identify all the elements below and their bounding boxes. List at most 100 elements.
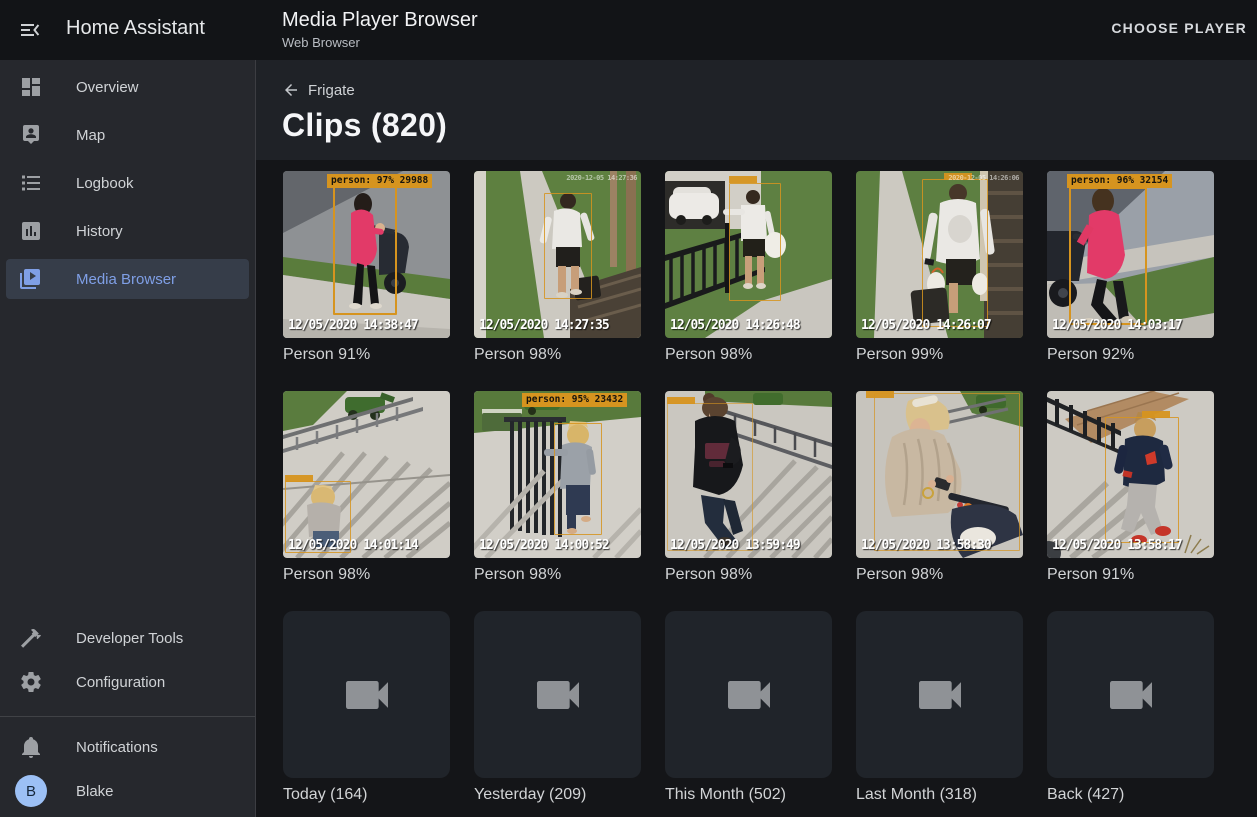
clip-timestamp-overlay: 12/05/2020 14:27:35 <box>479 318 609 333</box>
sidebar-item-developer-tools[interactable]: Developer Tools <box>6 618 249 658</box>
clip-tile[interactable]: 2020-12-05 14:27:36 12/05/2020 14:27:35 … <box>474 171 641 364</box>
folder-label: Back (427) <box>1047 786 1214 804</box>
breadcrumb[interactable]: Frigate <box>282 81 355 99</box>
clip-caption: Person 98% <box>856 566 1023 584</box>
clip-caption: Person 99% <box>856 346 1023 364</box>
clip-tile[interactable]: 12/05/2020 13:58:17 Person 91% <box>1047 391 1214 584</box>
clip-thumbnail[interactable]: 12/05/2020 13:59:49 <box>665 391 832 558</box>
clip-thumbnail[interactable]: 2020-12-05 14:26:06 12/05/2020 14:26:07 <box>856 171 1023 338</box>
view-dashboard-icon <box>19 75 43 99</box>
clip-thumbnail[interactable]: person: 97% 29988 12/05/2020 14:38:47 <box>283 171 450 338</box>
clip-thumbnail[interactable]: 2020-12-05 14:27:36 12/05/2020 14:27:35 <box>474 171 641 338</box>
detection-label: person: 95% 23432 <box>522 393 627 407</box>
clip-tile[interactable]: 12/05/2020 13:59:49 Person 98% <box>665 391 832 584</box>
clip-caption: Person 98% <box>283 566 450 584</box>
folder-row: Today (164) Yesterday (209) This Month (… <box>283 611 1257 804</box>
clip-thumbnail[interactable]: person: 96% 32154 12/05/2020 14:03:17 <box>1047 171 1214 338</box>
video-icon <box>912 667 968 723</box>
folder-tile-this-month[interactable]: This Month (502) <box>665 611 832 804</box>
back-arrow-icon <box>282 81 300 99</box>
clip-timestamp-overlay: 12/05/2020 14:38:47 <box>288 318 418 333</box>
gear-icon <box>19 670 43 694</box>
sidebar-item-media-browser[interactable]: Media Browser <box>6 259 249 299</box>
sidebar-item-label: Developer Tools <box>76 630 183 647</box>
sidebar-item-overview[interactable]: Overview <box>6 67 249 107</box>
clip-caption: Person 98% <box>665 346 832 364</box>
clip-caption: Person 98% <box>474 566 641 584</box>
play-box-multiple-icon <box>19 267 43 291</box>
sidebar-item-history[interactable]: History <box>6 211 249 251</box>
sidebar-item-notifications[interactable]: Notifications <box>6 727 249 767</box>
sidebar-bottom: Developer Tools Configuration Notificati… <box>0 614 255 817</box>
folder-tile-today[interactable]: Today (164) <box>283 611 450 804</box>
choose-player-button[interactable]: CHOOSE PLAYER <box>1111 20 1247 36</box>
clip-scene <box>283 171 450 338</box>
clip-tile[interactable]: person: 96% 32154 12/05/2020 14:03:17 Pe… <box>1047 171 1214 364</box>
sidebar-item-label: History <box>76 223 123 240</box>
avatar: B <box>15 775 47 807</box>
panel-title-block: Media Player Browser Web Browser <box>282 9 478 50</box>
sidebar-item-logbook[interactable]: Logbook <box>6 163 249 203</box>
user-name: Blake <box>76 783 114 800</box>
sidebar-item-label: Media Browser <box>76 271 176 288</box>
folder-label: Yesterday (209) <box>474 786 641 804</box>
clip-scene <box>1047 171 1214 338</box>
folder-thumbnail[interactable] <box>474 611 641 778</box>
folder-tile-back[interactable]: Back (427) <box>1047 611 1214 804</box>
clip-tile[interactable]: person: 97% 29988 12/05/2020 14:38:47 Pe… <box>283 171 450 364</box>
clip-scene <box>665 171 832 338</box>
detection-label-small <box>729 176 757 183</box>
clip-scene <box>474 171 641 338</box>
video-icon <box>530 667 586 723</box>
clip-caption: Person 98% <box>474 346 641 364</box>
bell-icon <box>19 735 43 759</box>
clip-scene <box>856 391 1023 558</box>
chart-box-icon <box>19 219 43 243</box>
clip-timestamp-overlay: 12/05/2020 13:58:17 <box>1052 538 1182 553</box>
clip-timestamp-overlay: 12/05/2020 14:03:17 <box>1052 318 1182 333</box>
detection-label-small <box>667 397 695 404</box>
folder-tile-yesterday[interactable]: Yesterday (209) <box>474 611 641 804</box>
clip-tile[interactable]: 12/05/2020 14:26:48 Person 98% <box>665 171 832 364</box>
clip-timestamp-overlay: 12/05/2020 14:26:48 <box>670 318 800 333</box>
folder-tile-last-month[interactable]: Last Month (318) <box>856 611 1023 804</box>
sidebar-item-map[interactable]: Map <box>6 115 249 155</box>
clip-scene <box>474 391 641 558</box>
menu-open-icon[interactable] <box>18 18 42 42</box>
sidebar-footer: Notifications B Blake <box>0 716 255 811</box>
clip-caption: Person 98% <box>665 566 832 584</box>
clip-caption: Person 91% <box>1047 566 1214 584</box>
app-top-bar: Home Assistant Media Player Browser Web … <box>0 0 1257 60</box>
clip-row: 12/05/2020 14:01:14 Person 98% <box>283 391 1257 584</box>
clip-tile[interactable]: person: 95% 23432 12/05/2020 14:00:52 Pe… <box>474 391 641 584</box>
clip-thumbnail[interactable]: person: 95% 23432 12/05/2020 14:00:52 <box>474 391 641 558</box>
clip-row: person: 97% 29988 12/05/2020 14:38:47 Pe… <box>283 171 1257 364</box>
panel-subtitle: Web Browser <box>282 35 478 50</box>
folder-label: This Month (502) <box>665 786 832 804</box>
detection-label: person: 96% 32154 <box>1067 174 1172 188</box>
clip-tile[interactable]: 12/05/2020 13:58:30 Person 98% <box>856 391 1023 584</box>
sidebar-item-configuration[interactable]: Configuration <box>6 662 249 702</box>
media-browser-grid: person: 97% 29988 12/05/2020 14:38:47 Pe… <box>256 160 1257 817</box>
clip-thumbnail[interactable]: 12/05/2020 14:01:14 <box>283 391 450 558</box>
folder-thumbnail[interactable] <box>856 611 1023 778</box>
folder-thumbnail[interactable] <box>1047 611 1214 778</box>
folder-thumbnail[interactable] <box>665 611 832 778</box>
camera-timestamp-overlay: 2020-12-05 14:27:36 <box>566 174 637 182</box>
folder-thumbnail[interactable] <box>283 611 450 778</box>
folder-label: Today (164) <box>283 786 450 804</box>
clip-tile[interactable]: 2020-12-05 14:26:06 12/05/2020 14:26:07 … <box>856 171 1023 364</box>
clip-thumbnail[interactable]: 12/05/2020 14:26:48 <box>665 171 832 338</box>
clip-timestamp-overlay: 12/05/2020 13:58:30 <box>861 538 991 553</box>
sidebar-item-label: Map <box>76 127 105 144</box>
hammer-icon <box>19 626 43 650</box>
clip-thumbnail[interactable]: 12/05/2020 13:58:30 <box>856 391 1023 558</box>
account-location-icon <box>19 123 43 147</box>
clip-tile[interactable]: 12/05/2020 14:01:14 Person 98% <box>283 391 450 584</box>
sidebar-item-user[interactable]: B Blake <box>6 771 249 811</box>
sidebar-item-label: Overview <box>76 79 139 96</box>
clip-scene <box>1047 391 1214 558</box>
page-title: Clips (820) <box>282 107 1257 144</box>
clip-thumbnail[interactable]: 12/05/2020 13:58:17 <box>1047 391 1214 558</box>
sidebar-item-label: Logbook <box>76 175 134 192</box>
